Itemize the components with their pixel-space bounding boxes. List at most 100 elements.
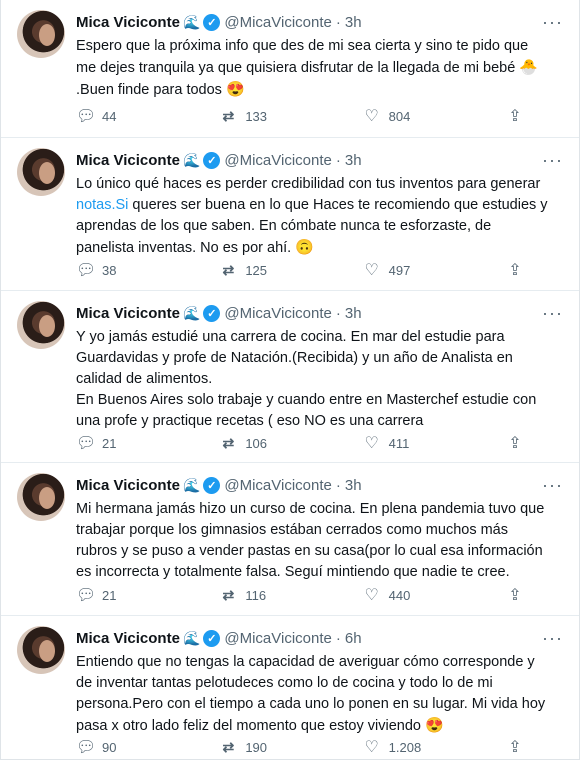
retweet-button[interactable]: ⇄ 133 xyxy=(219,106,289,126)
action-bar: 💬︎ 38 ⇄ 125 ♡ 497 ⇪ xyxy=(76,260,532,280)
share-icon: ⇪ xyxy=(508,587,522,604)
retweet-button[interactable]: ⇄ 125 xyxy=(219,260,289,280)
like-button[interactable]: ♡ 497 xyxy=(363,260,433,280)
reply-button[interactable]: 💬︎ 38 xyxy=(76,260,146,280)
heart-eyes-emoji: 😍 xyxy=(225,81,245,98)
share-button[interactable]: ⇪ xyxy=(506,106,532,126)
reply-button[interactable]: 💬︎ 90 xyxy=(76,737,146,757)
tweet-header: Mica Viciconte 🌊 ✓ @MicaViciconte · 3h xyxy=(76,150,362,170)
author-handle[interactable]: @MicaViciconte xyxy=(224,630,332,647)
author-name[interactable]: Mica Viciconte xyxy=(76,14,180,31)
avatar[interactable] xyxy=(17,626,65,674)
like-button[interactable]: ♡ 804 xyxy=(363,106,433,126)
reply-button[interactable]: 💬︎ 21 xyxy=(76,585,146,605)
reply-count: 90 xyxy=(102,739,117,755)
like-count: 497 xyxy=(388,262,411,278)
retweet-count: 125 xyxy=(245,262,268,278)
verified-badge-icon: ✓ xyxy=(203,13,221,31)
share-button[interactable]: ⇪ xyxy=(506,433,532,453)
upside-down-emoji: 🙃 xyxy=(295,239,314,256)
like-button[interactable]: ♡ 411 xyxy=(363,433,433,453)
timestamp[interactable]: 6h xyxy=(345,630,362,647)
reply-icon: 💬︎ xyxy=(76,587,97,604)
author-handle[interactable]: @MicaViciconte xyxy=(224,305,332,322)
avatar[interactable] xyxy=(17,473,65,521)
action-bar: 💬︎ 21 ⇄ 116 ♡ 440 ⇪ xyxy=(76,585,532,605)
avatar[interactable] xyxy=(17,10,65,58)
tweet-link[interactable]: notas.Si xyxy=(76,197,128,213)
author-handle[interactable]: @MicaViciconte xyxy=(224,477,332,494)
reply-count: 21 xyxy=(102,435,117,451)
wave-icon: 🌊 xyxy=(182,151,201,168)
wave-icon: 🌊 xyxy=(182,304,201,321)
author-handle[interactable]: @MicaViciconte xyxy=(224,14,332,31)
tweet-text-part: Lo único qué haces es perder credibilida… xyxy=(76,176,541,192)
verified-badge-icon: ✓ xyxy=(203,476,221,494)
timestamp[interactable]: 3h xyxy=(345,477,362,494)
reply-count: 21 xyxy=(102,587,117,603)
retweet-button[interactable]: ⇄ 190 xyxy=(219,737,289,757)
like-button[interactable]: ♡ 1.208 xyxy=(363,737,433,757)
reply-icon: 💬︎ xyxy=(76,108,97,125)
tweet-4[interactable]: Mica Viciconte 🌊 ✓ @MicaViciconte · 3h ·… xyxy=(1,463,579,616)
action-bar: 💬︎ 21 ⇄ 106 ♡ 411 ⇪ xyxy=(76,433,532,453)
like-count: 804 xyxy=(388,108,411,124)
avatar[interactable] xyxy=(17,148,65,196)
retweet-button[interactable]: ⇄ 116 xyxy=(219,585,289,605)
separator-dot: · xyxy=(335,13,341,31)
tweet-header: Mica Viciconte 🌊 ✓ @MicaViciconte · 3h xyxy=(76,12,362,32)
action-bar: 💬︎ 90 ⇄ 190 ♡ 1.208 ⇪ xyxy=(76,737,532,757)
retweet-button[interactable]: ⇄ 106 xyxy=(219,433,289,453)
reply-icon: 💬︎ xyxy=(76,262,97,279)
more-dots-icon[interactable]: ··· xyxy=(542,12,563,33)
tweet-text: Y yo jamás estudié una carrera de cocina… xyxy=(76,327,551,432)
author-handle[interactable]: @MicaViciconte xyxy=(224,152,332,169)
tweet-paragraph: En Buenos Aires solo trabaje y cuando en… xyxy=(76,392,537,429)
author-name[interactable]: Mica Viciconte xyxy=(76,477,180,494)
heart-icon: ♡ xyxy=(364,435,379,452)
share-button[interactable]: ⇪ xyxy=(506,260,532,280)
heart-icon: ♡ xyxy=(364,108,379,125)
share-icon: ⇪ xyxy=(508,739,522,756)
tweet-header: Mica Viciconte 🌊 ✓ @MicaViciconte · 3h xyxy=(76,475,362,495)
heart-icon: ♡ xyxy=(364,739,379,756)
more-dots-icon[interactable]: ··· xyxy=(542,150,563,171)
tweet-text-part: Entiendo que no tengas la capacidad de a… xyxy=(76,654,546,734)
reply-button[interactable]: 💬︎ 21 xyxy=(76,433,146,453)
separator-dot: · xyxy=(335,476,341,494)
tweet-header: Mica Viciconte 🌊 ✓ @MicaViciconte · 6h xyxy=(76,628,362,648)
timestamp[interactable]: 3h xyxy=(345,152,362,169)
author-name[interactable]: Mica Viciconte xyxy=(76,305,180,322)
retweet-icon: ⇄ xyxy=(222,261,235,278)
retweet-icon: ⇄ xyxy=(222,738,235,755)
tweet-1[interactable]: Mica Viciconte 🌊 ✓ @MicaViciconte · 3h ·… xyxy=(1,0,579,138)
reply-count: 38 xyxy=(102,262,117,278)
timestamp[interactable]: 3h xyxy=(345,305,362,322)
tweet-header: Mica Viciconte 🌊 ✓ @MicaViciconte · 3h xyxy=(76,303,362,323)
avatar[interactable] xyxy=(17,301,65,349)
tweet-3[interactable]: Mica Viciconte 🌊 ✓ @MicaViciconte · 3h ·… xyxy=(1,291,579,463)
wave-icon: 🌊 xyxy=(182,13,201,30)
more-dots-icon[interactable]: ··· xyxy=(542,303,563,324)
share-icon: ⇪ xyxy=(508,435,522,452)
heart-icon: ♡ xyxy=(364,587,379,604)
retweet-icon: ⇄ xyxy=(222,434,235,451)
like-button[interactable]: ♡ 440 xyxy=(363,585,433,605)
author-name[interactable]: Mica Viciconte xyxy=(76,152,180,169)
more-dots-icon[interactable]: ··· xyxy=(542,628,563,649)
wave-icon: 🌊 xyxy=(182,629,201,646)
tweet-2[interactable]: Mica Viciconte 🌊 ✓ @MicaViciconte · 3h ·… xyxy=(1,138,579,291)
tweet-text-part: Espero que la próxima info que des de mi… xyxy=(76,38,529,76)
verified-badge-icon: ✓ xyxy=(203,629,221,647)
timeline: Mica Viciconte 🌊 ✓ @MicaViciconte · 3h ·… xyxy=(0,0,580,760)
share-button[interactable]: ⇪ xyxy=(506,737,532,757)
author-name[interactable]: Mica Viciconte xyxy=(76,630,180,647)
reply-icon: 💬︎ xyxy=(76,739,97,756)
reply-button[interactable]: 💬︎ 44 xyxy=(76,106,146,126)
tweet-5[interactable]: Mica Viciconte 🌊 ✓ @MicaViciconte · 6h ·… xyxy=(1,616,579,761)
share-icon: ⇪ xyxy=(508,108,522,125)
share-button[interactable]: ⇪ xyxy=(506,585,532,605)
timestamp[interactable]: 3h xyxy=(345,14,362,31)
more-dots-icon[interactable]: ··· xyxy=(542,475,563,496)
separator-dot: · xyxy=(335,151,341,169)
